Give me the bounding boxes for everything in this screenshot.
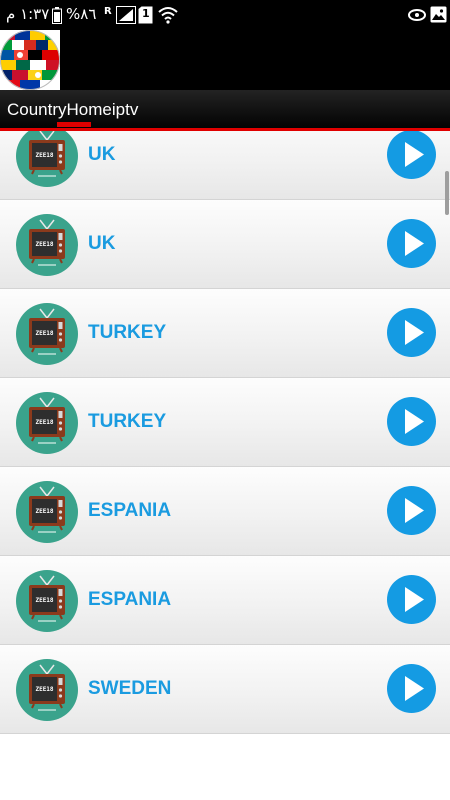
- list-scrollbar[interactable]: [445, 171, 449, 215]
- app-logo: [0, 30, 60, 90]
- tab-selected-indicator: [57, 122, 91, 127]
- play-icon: [405, 498, 424, 523]
- channel-row[interactable]: ZEE18 TURKEY: [0, 289, 450, 378]
- country-name: UK: [88, 233, 116, 254]
- play-button[interactable]: [387, 308, 436, 357]
- signal-icon: [116, 6, 136, 24]
- play-button[interactable]: [387, 486, 436, 535]
- channel-row[interactable]: ZEE18 ESPANIA: [0, 467, 450, 556]
- sim-number: 1: [142, 7, 150, 20]
- tv-icon: ZEE18: [16, 659, 78, 721]
- play-button[interactable]: [387, 397, 436, 446]
- tv-icon: ZEE18: [16, 303, 78, 365]
- tv-icon: ZEE18: [16, 570, 78, 632]
- channel-row[interactable]: ZEE18 ESPANIA: [0, 556, 450, 645]
- country-name: SWEDEN: [88, 678, 172, 699]
- channel-row[interactable]: ZEE18 UK: [0, 200, 450, 289]
- svg-text:ZEE18: ZEE18: [35, 330, 53, 337]
- roaming-indicator: R: [104, 6, 112, 17]
- channel-row[interactable]: ZEE18 SWEDEN: [0, 645, 450, 734]
- svg-text:ZEE18: ZEE18: [35, 241, 53, 248]
- play-button[interactable]: [387, 131, 436, 179]
- channel-row[interactable]: ZEE18 UK: [0, 131, 450, 200]
- country-name: TURKEY: [88, 411, 167, 432]
- tab-country-home-iptv[interactable]: CountryHomeiptv: [7, 100, 138, 120]
- svg-text:ZEE18: ZEE18: [35, 508, 53, 515]
- tv-icon: ZEE18: [16, 214, 78, 276]
- play-icon: [405, 676, 424, 701]
- tab-bar: CountryHomeiptv: [0, 90, 450, 131]
- play-icon: [405, 142, 424, 167]
- play-icon: [405, 231, 424, 256]
- tv-icon: ZEE18: [16, 131, 78, 187]
- play-button[interactable]: [387, 219, 436, 268]
- svg-text:ZEE18: ZEE18: [35, 686, 53, 693]
- country-name: UK: [88, 144, 116, 165]
- play-icon: [405, 587, 424, 612]
- svg-text:ZEE18: ZEE18: [35, 597, 53, 604]
- country-name: TURKEY: [88, 322, 167, 343]
- status-bar: ١:٣٧ م %٨٦ R 1: [0, 0, 450, 30]
- battery-percent: %٨٦: [66, 5, 97, 23]
- play-icon: [405, 409, 424, 434]
- play-icon: [405, 320, 424, 345]
- play-button[interactable]: [387, 575, 436, 624]
- world-flags-globe-icon: [0, 30, 60, 90]
- channel-list-content: ZEE18 UK ZEE18 UK ZEE18 TURKEY ZEE18 TUR…: [0, 131, 450, 734]
- play-button[interactable]: [387, 664, 436, 713]
- clock-text: ١:٣٧ م: [6, 5, 50, 23]
- status-time: ١:٣٧ م: [6, 5, 49, 23]
- country-name: ESPANIA: [88, 500, 172, 521]
- channel-list[interactable]: ZEE18 UK ZEE18 UK ZEE18 TURKEY ZEE18 TUR…: [0, 131, 450, 800]
- tv-icon: ZEE18: [16, 392, 78, 454]
- battery-icon: [52, 7, 62, 24]
- wifi-icon: [158, 7, 178, 24]
- tv-icon: ZEE18: [16, 481, 78, 543]
- channel-row[interactable]: ZEE18 TURKEY: [0, 378, 450, 467]
- svg-text:ZEE18: ZEE18: [35, 152, 53, 159]
- sync-icon: [408, 9, 426, 21]
- app-bar: [0, 30, 450, 90]
- country-name: ESPANIA: [88, 589, 172, 610]
- image-notification-icon: [430, 6, 447, 23]
- svg-text:ZEE18: ZEE18: [35, 419, 53, 426]
